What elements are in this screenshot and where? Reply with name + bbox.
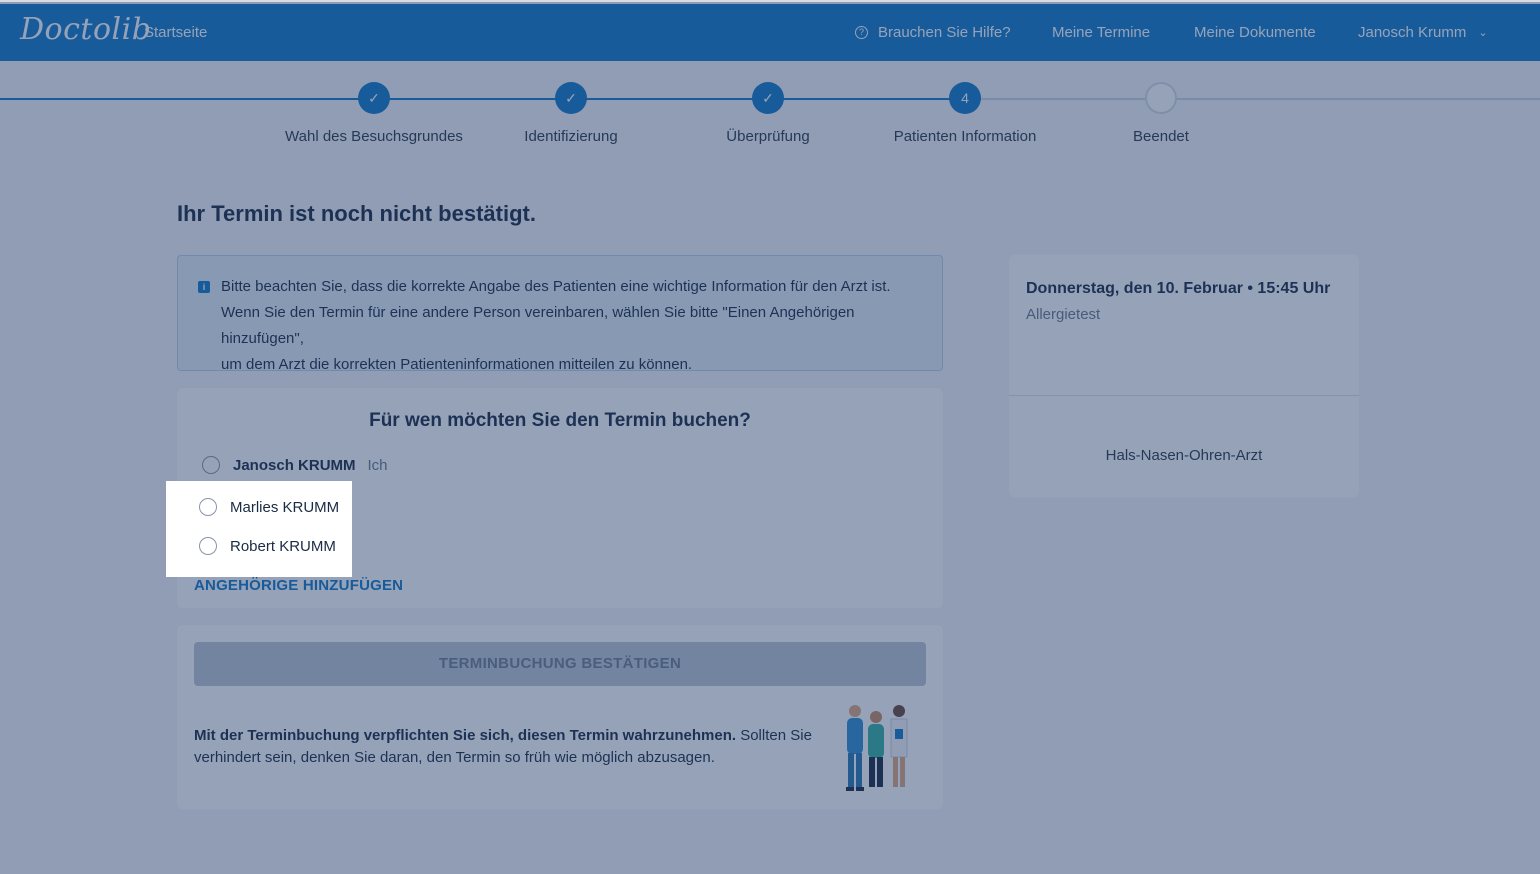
nav-startseite-link[interactable]: Startseite <box>144 24 207 41</box>
highlighted-relatives: Marlies KRUMM Robert KRUMM <box>166 481 352 577</box>
check-icon: ✓ <box>358 82 390 114</box>
step-ueberpruefung: ✓ Überprüfung <box>658 82 878 145</box>
appointment-reason: Allergietest <box>1026 306 1101 323</box>
patient-name: Marlies KRUMM <box>230 498 340 516</box>
nav-meine-dokumente-link[interactable]: Meine Dokumente <box>1194 24 1316 41</box>
step-label: Patienten Information <box>893 128 1037 145</box>
doctor-specialty: Hals-Nasen-Ohren-Arzt <box>1105 447 1263 464</box>
info-line-2: Wenn Sie den Termin für eine andere Pers… <box>221 304 855 347</box>
patient-name: Janosch KRUMM <box>233 456 356 474</box>
app-window: Doctolib Startseite ? Brauchen Sie Hilfe… <box>0 0 1540 874</box>
step-label: Überprüfung <box>726 128 810 145</box>
divider <box>1009 395 1359 396</box>
add-relative-link[interactable]: ANGEHÖRIGE HINZUFÜGEN <box>194 577 403 594</box>
radio-button[interactable] <box>202 456 220 474</box>
radio-button[interactable] <box>199 498 217 516</box>
step-number-badge: 4 <box>949 82 981 114</box>
help-icon: ? <box>855 26 868 39</box>
info-notice: i Bitte beachten Sie, dass die korrekte … <box>177 255 943 373</box>
step-label: Identifizierung <box>524 128 618 145</box>
help-link-label: Brauchen Sie Hilfe? <box>878 24 1011 41</box>
page-title: Ihr Termin ist noch nicht bestätigt. <box>177 201 536 226</box>
confirm-booking-button[interactable]: TERMINBUCHUNG BESTÄTIGEN <box>194 642 926 686</box>
patient-option-janosch[interactable]: Janosch KRUMM Ich <box>202 456 388 474</box>
step-beendet: Beendet <box>1051 82 1271 145</box>
step-wahl-des-besuchsgrundes: ✓ Wahl des Besuchsgrundes <box>264 82 484 145</box>
user-menu[interactable]: Janosch Krumm ⌄ <box>1358 24 1488 41</box>
patient-option-marlies[interactable]: Marlies KRUMM <box>199 498 339 516</box>
step-empty-circle <box>1145 82 1177 114</box>
nav-meine-termine-link[interactable]: Meine Termine <box>1052 24 1150 41</box>
info-line-3: um dem Arzt die korrekten Patienteninfor… <box>221 356 693 373</box>
check-icon: ✓ <box>752 82 784 114</box>
doctolib-logo[interactable]: Doctolib <box>20 12 151 47</box>
radio-button[interactable] <box>199 537 217 555</box>
step-patienten-information: 4 Patienten Information <box>855 82 1075 145</box>
commitment-text: Mit der Terminbuchung verpflichten Sie s… <box>194 725 814 769</box>
self-tag: Ich <box>367 456 388 474</box>
help-link[interactable]: ? Brauchen Sie Hilfe? <box>855 24 1011 41</box>
progress-stepper: ✓ Wahl des Besuchsgrundes ✓ Identifizier… <box>0 61 1540 171</box>
check-icon: ✓ <box>555 82 587 114</box>
step-label: Wahl des Besuchsgrundes <box>285 128 463 145</box>
doctors-illustration <box>846 705 908 791</box>
user-menu-name: Janosch Krumm <box>1358 24 1467 41</box>
info-line-1: Bitte beachten Sie, dass die korrekte An… <box>221 278 891 295</box>
patient-selection-title: Für wen möchten Sie den Termin buchen? <box>369 410 751 431</box>
appointment-datetime: Donnerstag, den 10. Februar • 15:45 Uhr <box>1026 280 1331 297</box>
commitment-bold: Mit der Terminbuchung verpflichten Sie s… <box>194 727 737 744</box>
confirm-card: TERMINBUCHUNG BESTÄTIGEN Mit der Terminb… <box>177 625 943 809</box>
chevron-down-icon: ⌄ <box>1478 27 1488 39</box>
patient-name: Robert KRUMM <box>230 537 336 555</box>
step-identifizierung: ✓ Identifizierung <box>461 82 681 145</box>
info-icon: i <box>198 281 210 293</box>
top-navbar: Doctolib Startseite ? Brauchen Sie Hilfe… <box>0 4 1540 61</box>
step-label: Beendet <box>1133 128 1189 145</box>
patient-option-robert[interactable]: Robert KRUMM <box>199 537 336 555</box>
appointment-summary-card: Donnerstag, den 10. Februar • 15:45 Uhr … <box>1009 255 1359 497</box>
